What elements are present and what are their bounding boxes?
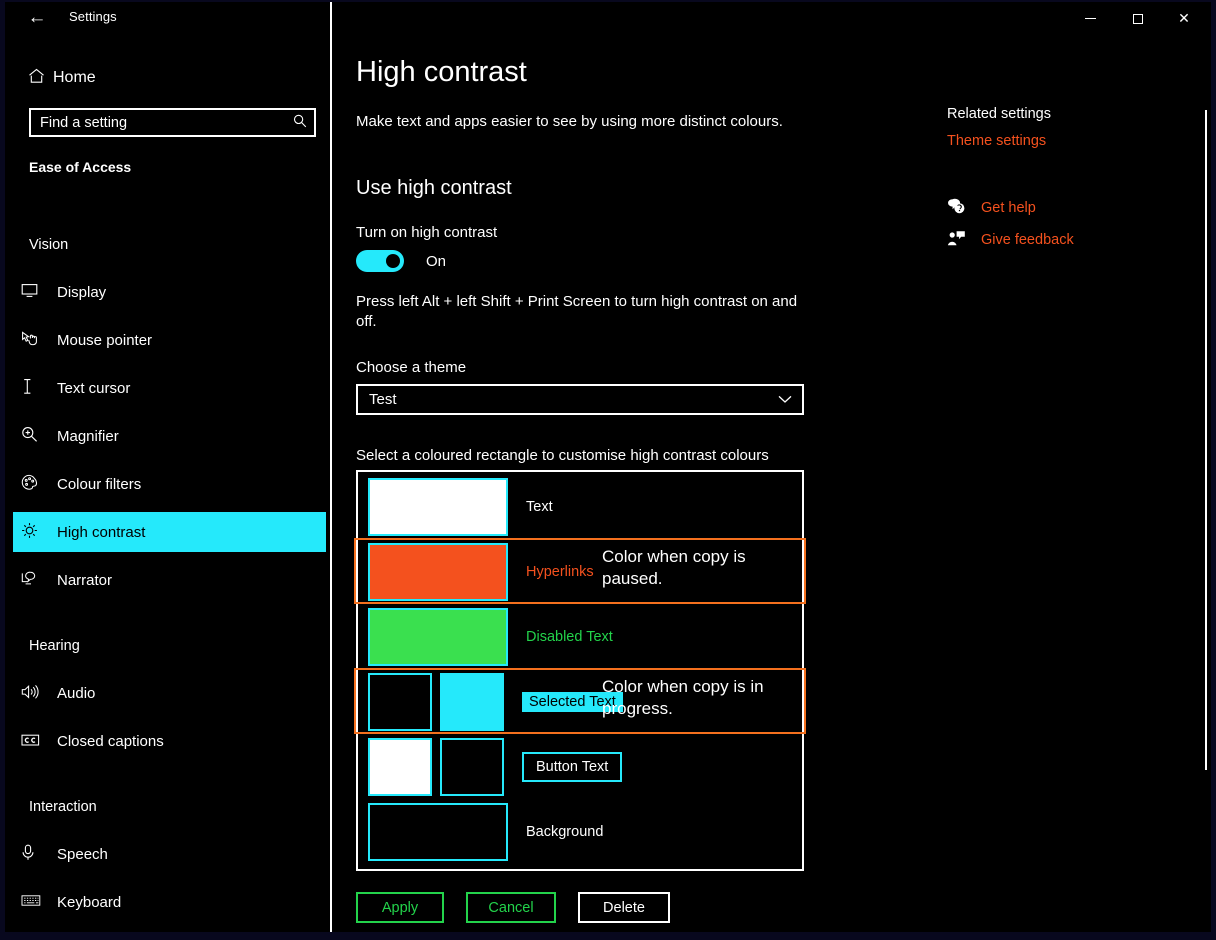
sidebar-item-label: Mouse pointer (57, 331, 153, 349)
sidebar-item-narrator[interactable]: Narrator (13, 560, 326, 600)
swatch-button-fg[interactable] (368, 738, 432, 796)
get-help-item[interactable]: Get help (947, 198, 1036, 218)
sidebar-item-label: Keyboard (57, 893, 122, 911)
sidebar-group-vision: Vision (29, 237, 69, 253)
sidebar-item-keyboard[interactable]: Keyboard (13, 882, 326, 922)
swatch-caption: Background (526, 824, 604, 840)
get-help-label: Get help (981, 200, 1036, 216)
minimize-button[interactable] (1067, 2, 1113, 34)
toggle-knob (386, 254, 400, 268)
sidebar-item-display[interactable]: Display (13, 272, 326, 312)
page-title: High contrast (356, 56, 527, 88)
theme-selected-value: Test (369, 391, 397, 408)
help-bubble-icon (947, 198, 973, 218)
home-icon (19, 68, 53, 89)
sidebar-item-label: Audio (57, 684, 96, 702)
screen: ← Settings ✕ Home Ease of Access (0, 0, 1216, 940)
toggle-state-label: On (426, 252, 447, 270)
monitor-icon (21, 283, 57, 301)
swatch-row-disabled-text[interactable]: Disabled Text (358, 608, 802, 666)
action-button-row: Apply Cancel Delete (356, 892, 670, 923)
brightness-icon (21, 522, 57, 542)
back-arrow-icon[interactable]: ← (23, 6, 51, 30)
sidebar-item-home[interactable]: Home (19, 60, 319, 96)
swatch-caption: Text (526, 499, 553, 515)
swatch-row-button-text[interactable]: Button Text (358, 738, 802, 796)
related-settings-heading: Related settings (947, 106, 1051, 122)
keyboard-icon (21, 894, 57, 910)
give-feedback-item[interactable]: Give feedback (947, 230, 1074, 250)
high-contrast-toggle[interactable] (356, 250, 404, 272)
swatch-caption-wrap: Button Text (522, 752, 623, 782)
sidebar-item-audio[interactable]: Audio (13, 673, 326, 713)
sidebar-item-high-contrast[interactable]: High contrast (13, 512, 326, 552)
sidebar-item-mouse-pointer[interactable]: Mouse pointer (13, 320, 326, 360)
swatch-disabled-text[interactable] (368, 608, 508, 666)
toggle-label: Turn on high contrast (356, 224, 498, 241)
sidebar-item-closed-captions[interactable]: Closed captions (13, 721, 326, 761)
swatch-background[interactable] (368, 803, 508, 861)
search-box[interactable] (29, 108, 316, 137)
sidebar-group-interaction: Interaction (29, 799, 97, 815)
annotation-text-paused: Color when copy is paused. (602, 547, 746, 588)
apply-button[interactable]: Apply (356, 892, 444, 923)
sidebar-item-label: Closed captions (57, 732, 164, 750)
magnifier-icon (21, 426, 57, 446)
microphone-icon (21, 844, 57, 864)
speaker-icon (21, 684, 57, 703)
page-subtitle: Make text and apps easier to see by usin… (356, 113, 783, 130)
sidebar-item-text-cursor[interactable]: Text cursor (13, 368, 326, 408)
sidebar-item-label: Narrator (57, 571, 113, 589)
swatch-row-text[interactable]: Text (358, 478, 802, 536)
closed-captions-icon (21, 733, 57, 750)
sidebar-item-label: High contrast (57, 523, 146, 541)
title-bar: ← Settings ✕ (5, 2, 1211, 34)
give-feedback-label: Give feedback (981, 232, 1074, 248)
theme-dropdown[interactable]: Test (356, 384, 804, 415)
main-content: High contrast Make text and apps easier … (332, 34, 1211, 932)
sidebar: Home Ease of Access Vision Display (5, 34, 330, 932)
sidebar-group-hearing: Hearing (29, 638, 80, 654)
mouse-pointer-icon (21, 330, 57, 350)
sidebar-item-label: Magnifier (57, 427, 119, 445)
theme-settings-link[interactable]: Theme settings (947, 133, 1046, 149)
delete-button[interactable]: Delete (578, 892, 670, 923)
sidebar-item-colour-filters[interactable]: Colour filters (13, 464, 326, 504)
sidebar-item-label: Text cursor (57, 379, 131, 397)
close-button[interactable]: ✕ (1161, 2, 1207, 34)
window-title: Settings (69, 9, 117, 24)
maximize-button[interactable] (1115, 2, 1161, 34)
sidebar-home-label: Home (53, 69, 96, 86)
scrollbar-thumb[interactable] (1205, 110, 1207, 770)
chevron-down-icon (768, 393, 802, 407)
sidebar-item-label: Colour filters (57, 475, 142, 493)
swatch-text[interactable] (368, 478, 508, 536)
shortcut-hint: Press left Alt + left Shift + Print Scre… (356, 293, 798, 330)
sidebar-item-magnifier[interactable]: Magnifier (13, 416, 326, 456)
sidebar-category-label: Ease of Access (29, 159, 132, 175)
sidebar-item-label: Display (57, 283, 107, 301)
text-cursor-icon (21, 378, 57, 398)
swatch-caption: Button Text (522, 752, 623, 782)
vertical-scrollbar[interactable] (1199, 34, 1211, 932)
high-contrast-toggle-row: On (356, 250, 446, 272)
theme-label: Choose a theme (356, 359, 467, 376)
maximize-icon (1133, 13, 1143, 24)
minimize-icon (1084, 18, 1096, 20)
search-icon[interactable] (286, 114, 314, 131)
section-heading: Use high contrast (356, 177, 512, 199)
palette-icon (21, 474, 57, 494)
swatch-instruction: Select a coloured rectangle to customise… (356, 447, 769, 464)
cancel-button[interactable]: Cancel (466, 892, 556, 923)
swatch-button-bg[interactable] (440, 738, 504, 796)
annotation-text-in-progress: Color when copy is in progress. (602, 677, 764, 718)
swatch-caption: Disabled Text (526, 629, 613, 645)
search-input[interactable] (31, 114, 286, 131)
narrator-icon (21, 571, 57, 590)
feedback-icon (947, 230, 973, 250)
settings-window: ← Settings ✕ Home Ease of Access (5, 2, 1211, 932)
sidebar-item-label: Speech (57, 845, 108, 863)
swatch-row-background[interactable]: Background (358, 803, 802, 861)
sidebar-item-speech[interactable]: Speech (13, 834, 326, 874)
